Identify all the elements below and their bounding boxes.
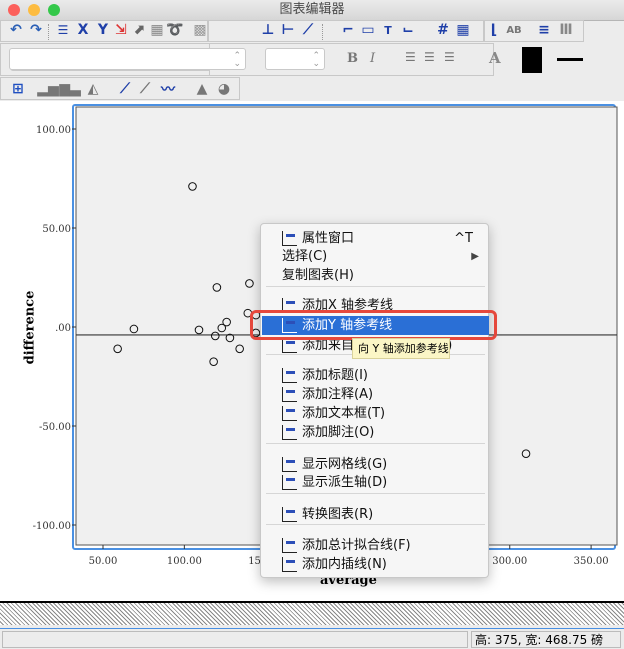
menu-item-label: 添加注释(A) bbox=[302, 387, 374, 402]
menu-item-add-title[interactable]: 添加标题(I) bbox=[262, 366, 489, 385]
menu-item-copy-chart[interactable]: 复制图表(H) bbox=[262, 266, 489, 285]
show-gridlines-icon bbox=[282, 457, 297, 472]
menu-item-label: 转换图表(R) bbox=[302, 507, 374, 522]
menu-item-label: 添加标题(I) bbox=[302, 368, 368, 383]
menu-item-show-gridlines[interactable]: 显示网格线(G) bbox=[262, 455, 489, 474]
menu-item-label: 添加总计拟合线(F) bbox=[302, 538, 411, 553]
add-title-icon bbox=[282, 368, 297, 383]
y-tick-label: 50.00 bbox=[42, 224, 71, 235]
menu-item-add-total-fit-line[interactable]: 添加总计拟合线(F) bbox=[262, 536, 489, 555]
menu-item-add-annotation[interactable]: 添加注释(A) bbox=[262, 385, 489, 404]
add-annotation-icon bbox=[282, 387, 297, 402]
x-tick-label: 350.00 bbox=[574, 556, 609, 567]
menu-item-label: 添加内插线(N) bbox=[302, 557, 387, 572]
y-tick-label: -100.00 bbox=[33, 521, 71, 532]
hatched-divider bbox=[0, 601, 624, 625]
transpose-chart-icon bbox=[282, 507, 297, 522]
menu-item-label: 选择(C) bbox=[282, 249, 328, 264]
x-tick-label: 300.00 bbox=[492, 556, 527, 567]
menu-item-label: 属性窗口 bbox=[302, 231, 355, 246]
menu-item-label: 复制图表(H) bbox=[282, 268, 354, 283]
x-tick-label: 50.00 bbox=[89, 556, 118, 567]
menu-item-add-textbox[interactable]: 添加文本框(T) bbox=[262, 404, 489, 423]
menu-item-label: 添加脚注(O) bbox=[302, 425, 375, 440]
y-tick-label: .00 bbox=[55, 323, 71, 334]
properties-icon bbox=[282, 231, 297, 246]
x-tick-label: 100.00 bbox=[167, 556, 202, 567]
y-axis-label: difference bbox=[22, 290, 38, 365]
add-footnote-icon bbox=[282, 425, 297, 440]
menu-item-properties[interactable]: 属性窗口 ^T bbox=[262, 229, 489, 248]
tooltip: 向 Y 轴添加参考线 bbox=[352, 338, 450, 359]
menu-item-transpose-chart[interactable]: 转换图表(R) bbox=[262, 505, 489, 524]
menu-separator bbox=[266, 286, 485, 287]
menu-separator bbox=[266, 443, 485, 444]
menu-item-show-derived-axis[interactable]: 显示派生轴(D) bbox=[262, 473, 489, 492]
add-interpolation-line-icon bbox=[282, 557, 297, 572]
chart-size-status: 高: 375, 宽: 468.75 磅 bbox=[471, 631, 621, 648]
show-derived-axis-icon bbox=[282, 475, 297, 490]
menu-item-label: 显示网格线(G) bbox=[302, 457, 388, 472]
y-tick-label: -50.00 bbox=[39, 422, 71, 433]
menu-separator bbox=[266, 493, 485, 494]
menu-item-label: 添加文本框(T) bbox=[302, 406, 386, 421]
shortcut-label: ^T bbox=[454, 231, 473, 246]
highlight-box bbox=[250, 310, 497, 340]
submenu-arrow-icon: ▶ bbox=[471, 251, 479, 262]
menu-item-add-footnote[interactable]: 添加脚注(O) bbox=[262, 423, 489, 442]
y-tick-label: 100.00 bbox=[36, 125, 71, 136]
menu-item-add-interpolation-line[interactable]: 添加内插线(N) bbox=[262, 555, 489, 574]
status-bar: 高: 375, 宽: 468.75 磅 bbox=[0, 628, 624, 649]
menu-item-select[interactable]: 选择(C) ▶ bbox=[262, 247, 489, 266]
add-textbox-icon bbox=[282, 406, 297, 421]
add-total-fit-line-icon bbox=[282, 538, 297, 553]
add-equation-refline-icon bbox=[282, 338, 297, 353]
menu-item-label: 显示派生轴(D) bbox=[302, 475, 388, 490]
context-menu: 属性窗口^T选择(C)▶复制图表(H)添加X 轴参考线添加Y 轴参考线添加来自方… bbox=[260, 223, 489, 578]
menu-separator bbox=[266, 524, 485, 525]
